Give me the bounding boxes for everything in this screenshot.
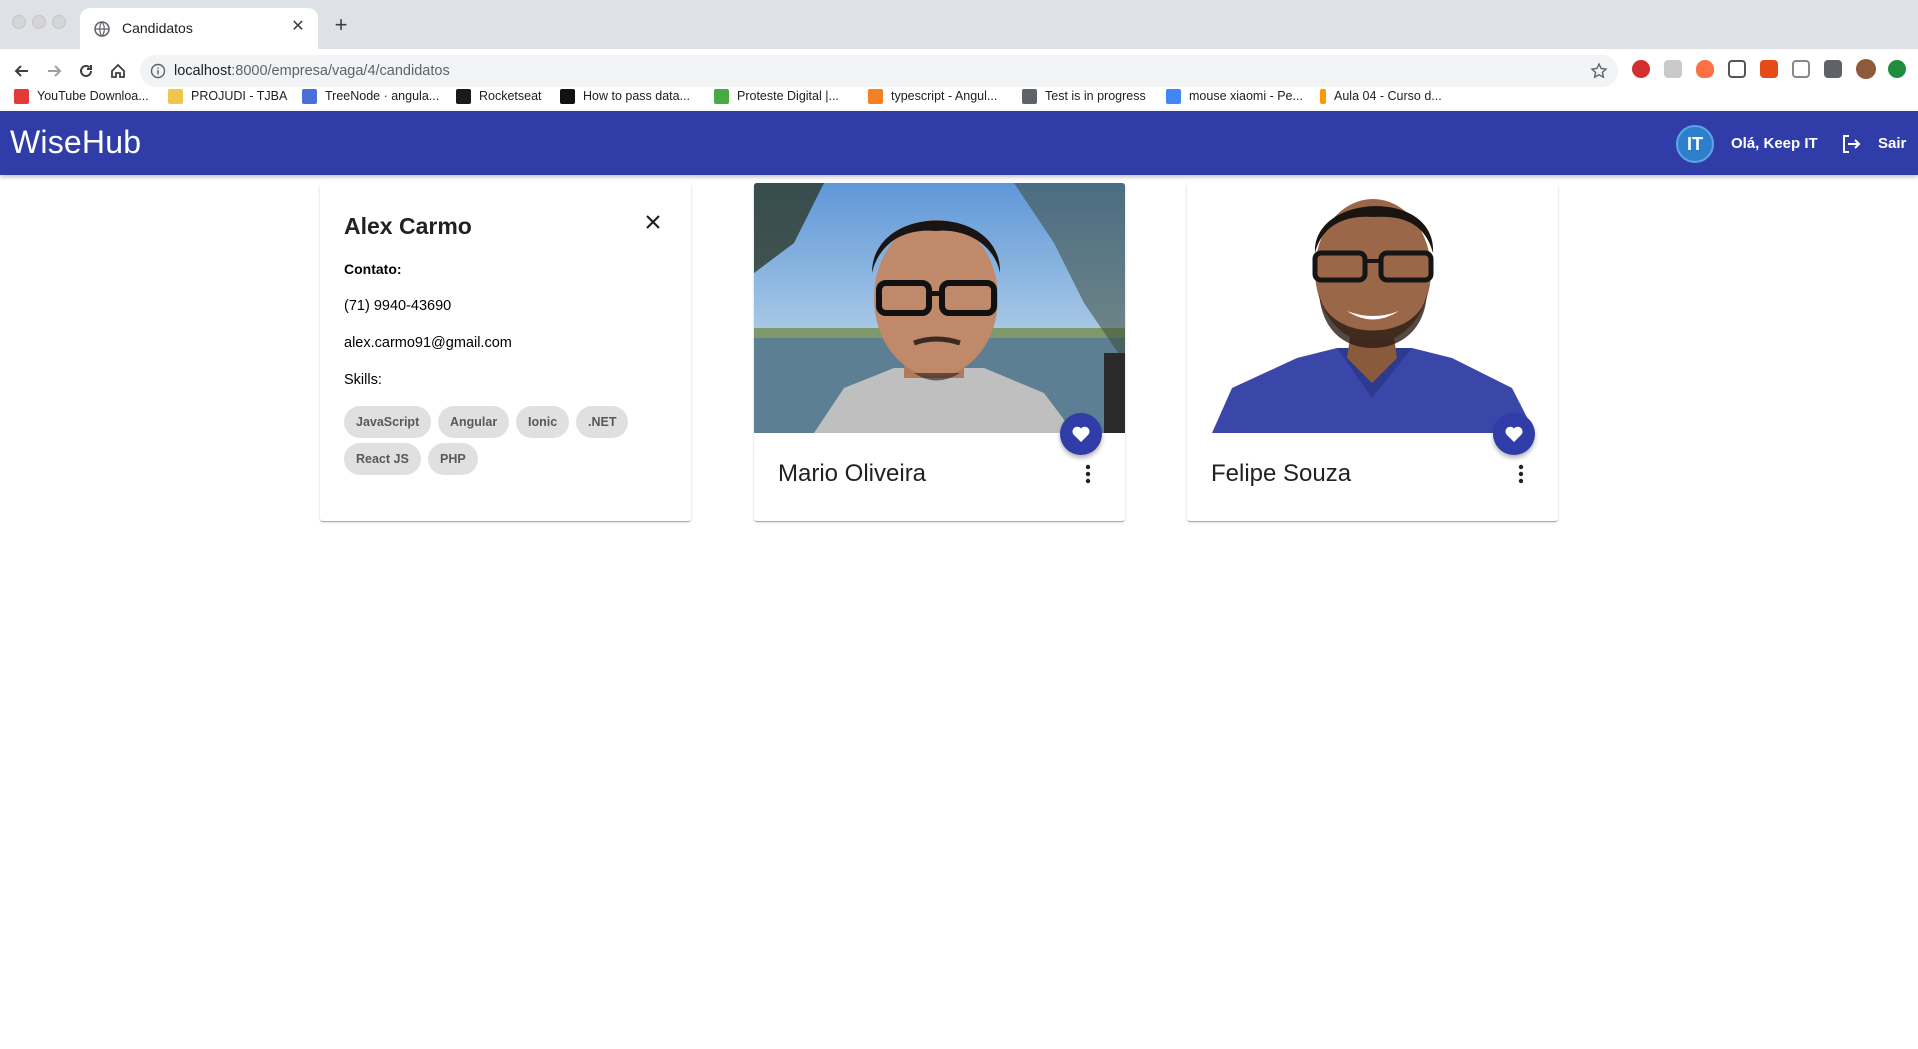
extensions-puzzle-icon[interactable] xyxy=(1824,60,1842,78)
logout-icon[interactable] xyxy=(1840,133,1862,155)
user-greeting: Olá, Keep IT xyxy=(1731,135,1818,152)
bookmark-label: TreeNode · angula... xyxy=(325,89,440,103)
skill-chip[interactable]: .NET xyxy=(576,406,629,438)
url-text: localhost:8000/empresa/vaga/4/candidatos xyxy=(174,63,450,79)
user-avatar[interactable]: IT xyxy=(1676,125,1714,163)
candidate-photo xyxy=(754,183,1125,433)
tab-close-icon[interactable]: ✕ xyxy=(288,17,308,37)
bookmark-item[interactable]: mouse xiaomi - Pe... xyxy=(1166,81,1303,111)
skill-chip[interactable]: Angular xyxy=(438,406,510,438)
tab-title: Candidatos xyxy=(122,20,193,36)
bookmark-item[interactable]: YouTube Downloa... xyxy=(14,81,149,111)
bookmark-favicon-icon xyxy=(560,88,575,104)
bookmark-favicon-icon xyxy=(14,88,29,104)
extension-s-icon[interactable] xyxy=(1664,60,1682,78)
info-icon[interactable] xyxy=(150,63,166,79)
bookmark-item[interactable]: Aula 04 - Curso d... xyxy=(1320,81,1442,111)
bookmark-favicon-icon xyxy=(1320,88,1326,104)
more-options-button[interactable] xyxy=(1509,459,1533,489)
favorite-button[interactable] xyxy=(1493,413,1535,455)
url-host: localhost xyxy=(174,63,232,79)
skill-chip[interactable]: JavaScript xyxy=(344,406,432,438)
bookmark-label: mouse xiaomi - Pe... xyxy=(1189,89,1303,103)
extension-eyedropper-icon[interactable] xyxy=(1792,60,1810,78)
bookmark-item[interactable]: How to pass data... xyxy=(560,81,690,111)
contact-label: Contato: xyxy=(344,261,402,277)
browser-tabstrip: Candidatos ✕ + xyxy=(0,0,1918,49)
arrow-left-icon xyxy=(14,65,28,77)
bookmark-label: PROJUDI - TJBA xyxy=(191,89,288,103)
update-icon[interactable] xyxy=(1888,60,1906,78)
bookmark-label: Test is in progress xyxy=(1045,89,1146,103)
heart-icon xyxy=(1072,426,1090,442)
bookmark-label: How to pass data... xyxy=(583,89,691,103)
bookmark-favicon-icon xyxy=(168,88,183,104)
candidate-card-name: Mario Oliveira xyxy=(778,460,927,487)
bookmark-label: typescript - Angul... xyxy=(891,89,998,103)
new-tab-button[interactable]: + xyxy=(329,13,353,37)
close-button[interactable] xyxy=(638,207,668,237)
candidate-email: alex.carmo91@gmail.com xyxy=(344,335,512,351)
bookmark-item[interactable]: Test is in progress xyxy=(1022,81,1146,111)
window-close-button[interactable] xyxy=(12,15,26,29)
extension-braces-icon[interactable] xyxy=(1728,60,1746,78)
bookmark-favicon-icon xyxy=(1022,88,1037,104)
extension-adblock-icon[interactable] xyxy=(1632,60,1650,78)
candidate-card[interactable]: Felipe Souza xyxy=(1187,183,1558,521)
bookmark-item[interactable]: typescript - Angul... xyxy=(868,81,997,111)
logout-button[interactable]: Sair xyxy=(1878,135,1906,152)
window-zoom-button[interactable] xyxy=(52,15,66,29)
skill-chip[interactable]: Ionic xyxy=(516,406,570,438)
more-vert-icon xyxy=(1085,464,1091,484)
skill-chip[interactable]: PHP xyxy=(428,443,478,475)
home-icon xyxy=(111,63,125,78)
candidate-name: Alex Carmo xyxy=(344,213,472,239)
browser-tab-active[interactable]: Candidatos ✕ xyxy=(80,8,318,49)
bookmark-item[interactable]: Proteste Digital |... xyxy=(714,81,839,111)
candidate-photo xyxy=(1187,183,1558,433)
bookmark-item[interactable]: PROJUDI - TJBA xyxy=(168,81,287,111)
skill-chip[interactable]: React JS xyxy=(344,443,421,475)
candidate-card[interactable]: Mario Oliveira xyxy=(754,183,1125,521)
extension-chart-icon[interactable] xyxy=(1760,60,1778,78)
bookmark-item[interactable]: TreeNode · angula... xyxy=(302,81,439,111)
bookmarks-bar: YouTube Downloa... PROJUDI - TJBA TreeNo… xyxy=(0,81,1918,111)
bookmark-label: Proteste Digital |... xyxy=(737,89,839,103)
favorite-button[interactable] xyxy=(1060,413,1102,455)
app-header: WiseHub IT Olá, Keep IT Sair xyxy=(0,111,1918,175)
window-minimize-button[interactable] xyxy=(32,15,46,29)
bookmark-label: Aula 04 - Curso d... xyxy=(1334,89,1442,103)
bookmark-favicon-icon xyxy=(868,88,883,104)
reload-icon xyxy=(80,64,92,77)
more-options-button[interactable] xyxy=(1076,459,1100,489)
skills-label: Skills: xyxy=(344,372,382,388)
app-logo[interactable]: WiseHub xyxy=(10,124,141,161)
bookmark-star-icon[interactable] xyxy=(1590,62,1608,80)
more-vert-icon xyxy=(1518,464,1524,484)
bookmark-favicon-icon xyxy=(1166,88,1181,104)
extension-fire-icon[interactable] xyxy=(1696,60,1714,78)
bookmark-favicon-icon xyxy=(714,88,729,104)
bookmark-label: Rocketseat xyxy=(479,89,542,103)
candidate-phone: (71) 9940-43690 xyxy=(344,298,452,314)
profile-avatar-icon[interactable] xyxy=(1856,59,1876,79)
candidate-detail-card: Alex Carmo Contato: (71) 9940-43690 alex… xyxy=(320,183,691,521)
arrow-right-icon xyxy=(48,65,62,77)
bookmark-item[interactable]: Rocketseat xyxy=(456,81,542,111)
bookmark-label: YouTube Downloa... xyxy=(37,89,149,103)
url-path: :8000/empresa/vaga/4/candidatos xyxy=(231,63,450,79)
candidate-card-name: Felipe Souza xyxy=(1211,460,1352,487)
bookmark-favicon-icon xyxy=(456,88,471,104)
globe-icon xyxy=(94,21,110,37)
heart-icon xyxy=(1505,426,1523,442)
bookmark-favicon-icon xyxy=(302,88,317,104)
close-icon xyxy=(646,215,660,229)
